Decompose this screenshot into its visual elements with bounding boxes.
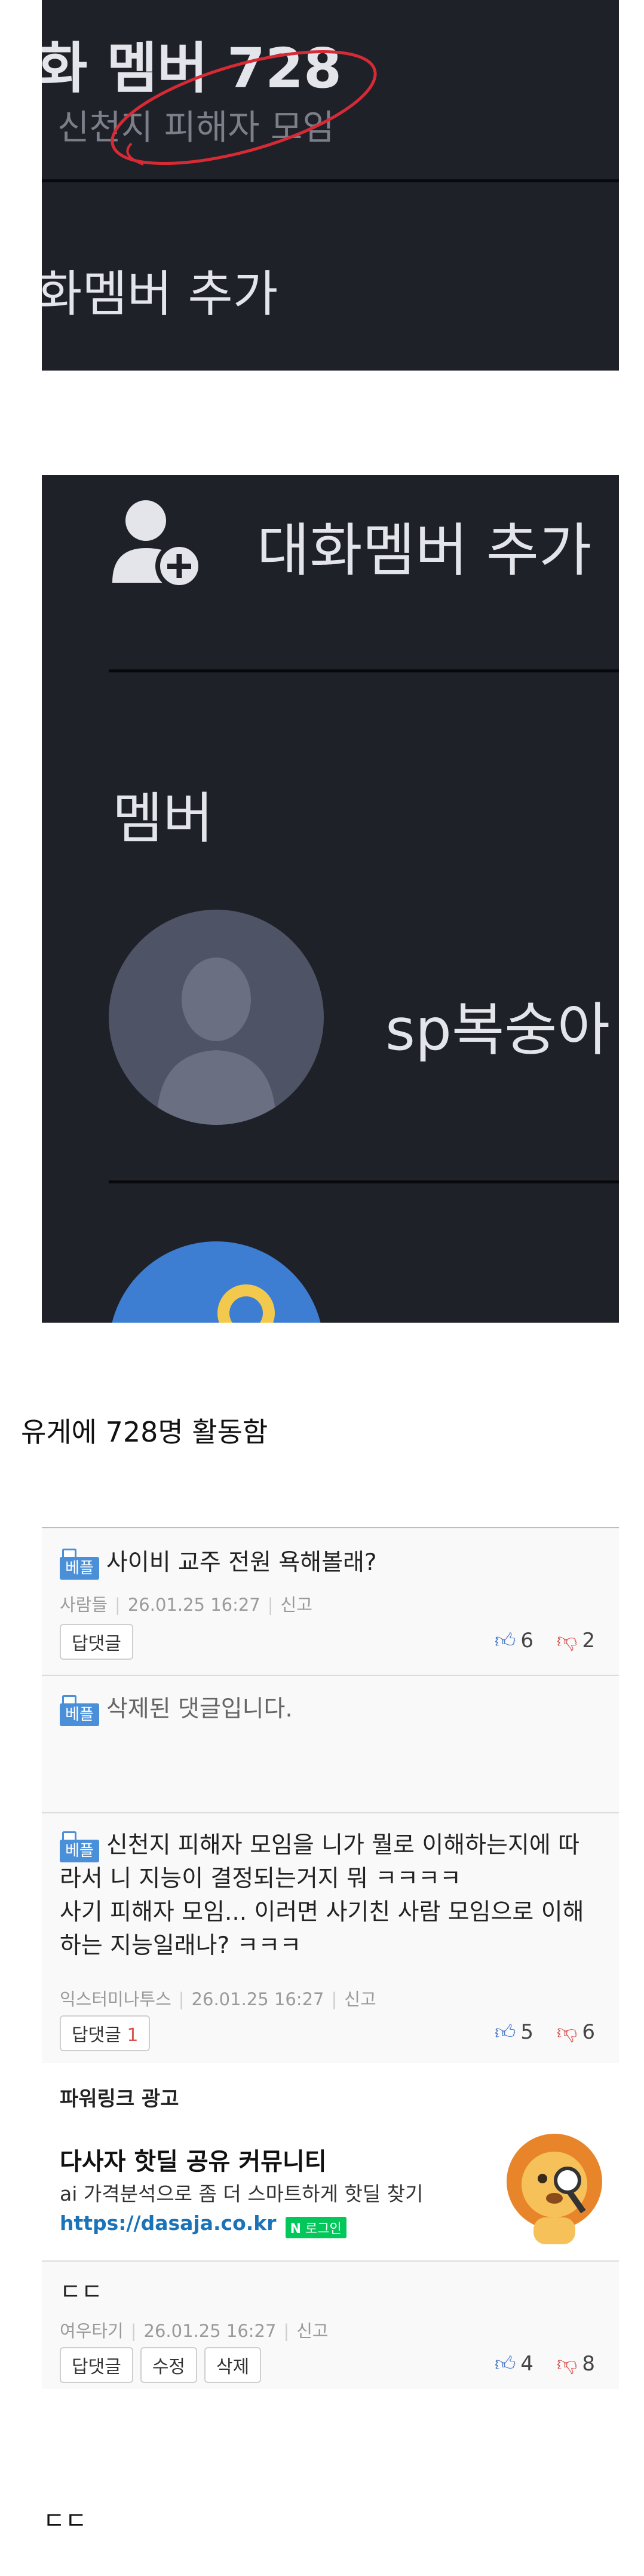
divider: [109, 669, 619, 672]
comment-time: 16:27: [274, 1989, 324, 2009]
reply-button[interactable]: 답댓글 1: [60, 2015, 151, 2051]
report-link[interactable]: 신고: [344, 1989, 376, 2009]
member-avatar[interactable]: [109, 910, 324, 1125]
comment-time: 16:27: [226, 2321, 277, 2341]
caption-top: 유게에 728명 활동함: [21, 1416, 268, 1448]
naver-login-badge[interactable]: N 로그인: [285, 2216, 346, 2238]
add-person-icon: [112, 500, 203, 590]
downvote-button[interactable]: 👎︎ 8: [557, 2352, 595, 2376]
comment-text-line: 신천지 피해자 모임을 니가 뭘로 이해하는지에 따: [106, 1832, 579, 1859]
comment-author[interactable]: 사람들: [60, 1595, 108, 1615]
caption-bottom: ㄷㄷ: [43, 2507, 87, 2535]
report-link[interactable]: 신고: [296, 2321, 328, 2341]
character-avatar-icon: [217, 1284, 275, 1323]
naver-icon: N: [290, 2221, 302, 2237]
comment-text-line: 하는 지능일래나? ㅋㅋㅋ: [60, 1932, 302, 1959]
ad-body[interactable]: 다사자 핫딜 공유 커뮤니티 ai 가격분석으로 좀 더 스마트하게 핫딜 찾기…: [42, 2128, 619, 2262]
upvote-button[interactable]: 👍︎ 5: [495, 2020, 533, 2045]
divider: [42, 179, 619, 182]
comment-item: ㄷㄷ 여우타기 | 26.01.25 16:27 | 신고 답댓글 수정 삭제 👍︎ 4 👎︎…: [42, 2260, 619, 2389]
comment-date: 26.01.25: [143, 2321, 221, 2341]
add-member-label[interactable]: 대화멤버 추가: [257, 504, 591, 587]
reply-button[interactable]: 답댓글: [60, 2347, 133, 2383]
comment-time: 16:27: [210, 1595, 260, 1615]
downvote-button[interactable]: 👎︎ 6: [557, 2020, 595, 2045]
reply-button[interactable]: 답댓글: [60, 1624, 133, 1660]
ad-description: ai 가격분석으로 좀 더 스마트하게 핫딜 찾기: [60, 2182, 424, 2205]
thumbs-up-icon: 👍︎: [494, 2352, 516, 2376]
reply-count: 1: [127, 2025, 139, 2046]
comment-date: 26.01.25: [127, 1595, 205, 1615]
downvote-button[interactable]: 👎︎ 2: [557, 1629, 595, 1653]
add-member-button[interactable]: 화멤버 추가: [42, 254, 278, 325]
default-avatar-icon: [157, 957, 276, 1125]
upvote-button[interactable]: 👍︎ 6: [495, 1629, 533, 1653]
member-name[interactable]: sp복숭아: [385, 983, 610, 1066]
upvote-button[interactable]: 👍︎ 4: [495, 2352, 533, 2376]
screenshot-chat-info-top: 화 멤버 728 신천지 피해자 모임 화멤버 추가: [42, 0, 619, 371]
lion-mascot-image: [507, 2134, 602, 2244]
ad-url[interactable]: https://dasaja.co.kr: [60, 2211, 277, 2235]
comment-text: ㄷㄷ: [60, 2279, 103, 2306]
report-link[interactable]: 신고: [281, 1595, 312, 1615]
thumbs-up-icon: 👍︎: [494, 2020, 516, 2044]
ad-title[interactable]: 다사자 핫딜 공유 커뮤니티: [60, 2142, 327, 2177]
comment-text: 사이비 교주 전원 욕해볼래?: [106, 1549, 377, 1576]
edit-button[interactable]: 수정: [140, 2347, 198, 2383]
comment-item: 베플 신천지 피해자 모임을 니가 뭘로 이해하는지에 따 라서 니 지능이 결정…: [42, 1812, 619, 2064]
thumbs-down-icon: 👎︎: [556, 1629, 578, 1653]
best-comment-badge: 베플: [60, 1694, 99, 1726]
comment-item: 베플 사이비 교주 전원 욕해볼래? 사람들 | 26.01.25 16:27 | 신고 …: [42, 1528, 619, 1676]
comment-author[interactable]: 여우타기: [60, 2321, 124, 2341]
comment-item: 베플 삭제된 댓글입니다.: [42, 1675, 619, 1813]
member-avatar[interactable]: [109, 1241, 324, 1323]
ad-header: 파워링크 광고: [42, 2063, 619, 2129]
thumbs-down-icon: 👎︎: [556, 2020, 578, 2044]
comment-text-line: 사기 피해자 모임... 이러면 사기친 사람 모임으로 이해: [60, 1899, 584, 1926]
power-link-ad: 파워링크 광고 다사자 핫딜 공유 커뮤니티 ai 가격분석으로 좀 더 스마트…: [42, 2063, 619, 2262]
thumbs-down-icon: 👎︎: [556, 2352, 578, 2376]
best-comment-badge: 베플: [60, 1548, 99, 1580]
divider: [109, 1180, 619, 1183]
comment-text-line: 라서 니 지능이 결정되는거지 뭐 ㅋㅋㅋㅋ: [60, 1865, 461, 1892]
comment-section: 베플 사이비 교주 전원 욕해볼래? 사람들 | 26.01.25 16:27 | 신고 …: [42, 1527, 619, 2389]
comment-date: 26.01.25: [191, 1989, 269, 2009]
deleted-comment-text: 삭제된 댓글입니다.: [106, 1696, 293, 1723]
comment-author[interactable]: 익스터미나투스: [60, 1989, 171, 2009]
delete-button[interactable]: 삭제: [204, 2347, 262, 2383]
thumbs-up-icon: 👍︎: [494, 1629, 516, 1653]
screenshot-chat-member-list: 대화멤버 추가 멤버 sp복숭아: [42, 475, 619, 1323]
members-heading: 멤버: [112, 787, 214, 850]
best-comment-badge: 베플: [60, 1831, 99, 1862]
